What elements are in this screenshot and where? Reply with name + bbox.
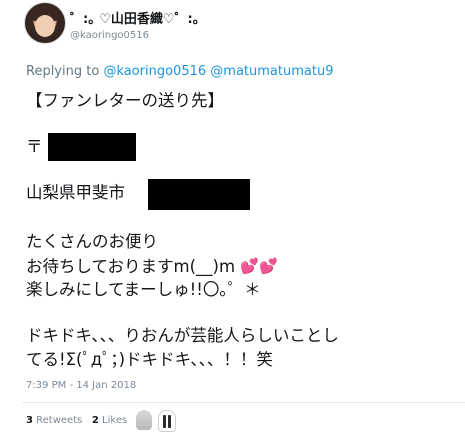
liker-avatar-detail: [163, 415, 166, 428]
retweets-count[interactable]: 3: [26, 415, 33, 426]
tweet-line-postcode: 〒: [26, 137, 43, 156]
tweet-timestamp[interactable]: 7:39 PM - 14 Jan 2018: [26, 380, 136, 391]
liker-avatar[interactable]: [136, 410, 152, 430]
tweet-line-5-text: お待ちしておりますm(__)m: [26, 257, 236, 276]
tweet-card: ゜:｡ ♡山田香織♡゜:｡ @kaoringo0516 Replying to …: [0, 0, 465, 439]
mention-link[interactable]: @matumatumatu9: [210, 64, 333, 79]
tweet-line-heading: 【ファンレターの送り先】: [26, 91, 224, 110]
liker-avatar[interactable]: [158, 410, 176, 432]
retweets-label[interactable]: Retweets: [36, 415, 82, 426]
redaction-bar-address: [148, 179, 250, 210]
replying-to-label: Replying to: [26, 64, 100, 79]
avatar-face: [35, 15, 55, 37]
author-display-name[interactable]: ゜:｡ ♡山田香織♡゜:｡: [70, 8, 199, 27]
tweet-stats: 3 Retweets 2 Likes: [26, 415, 127, 426]
tweet-line-6: 楽しみにしてまーしゅ!!〇｡゜＊: [26, 280, 261, 299]
liker-avatar-detail: [168, 415, 171, 428]
redaction-bar-postcode: [48, 133, 136, 161]
divider: [22, 402, 465, 403]
likes-count[interactable]: 2: [92, 415, 99, 426]
likes-label[interactable]: Likes: [102, 415, 127, 426]
tweet-line-4: たくさんのお便り: [26, 232, 158, 251]
tweet-line-5: お待ちしておりますm(__)m 💕💕: [26, 255, 278, 278]
hearts-emoji-icon: 💕💕: [240, 257, 278, 275]
replying-to: Replying to @kaoringo0516 @matumatumatu9: [26, 64, 333, 79]
author-avatar[interactable]: [24, 2, 66, 44]
mention-link[interactable]: @kaoringo0516: [103, 64, 206, 79]
tweet-line-address: 山梨県甲斐市: [26, 183, 125, 202]
tweet-line-7: ドキドキ、、、りおんが芸能人らしいことし: [26, 326, 339, 345]
tweet-line-8: てる!Σ(ﾟдﾟ；)ドキドキ、、、！！笑: [26, 350, 273, 369]
author-handle[interactable]: @kaoringo0516: [70, 30, 149, 41]
